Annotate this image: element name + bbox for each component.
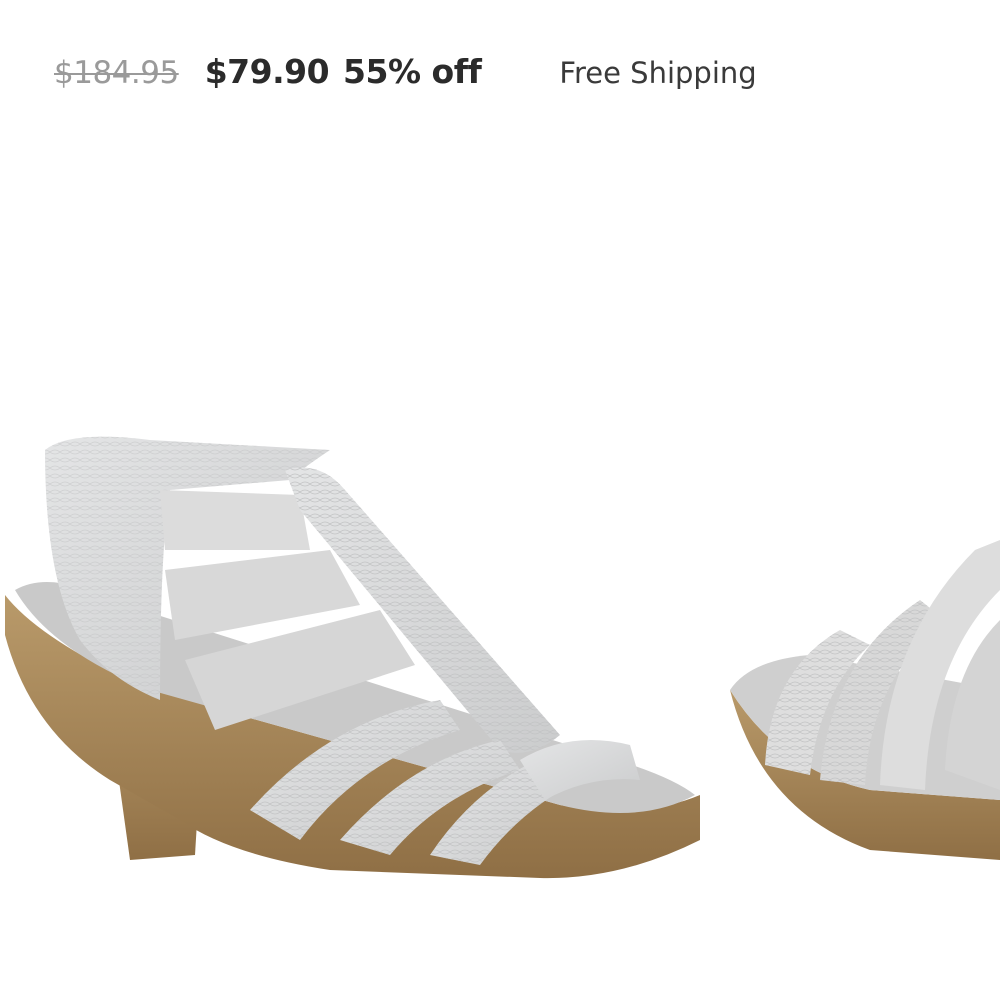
product-image-main[interactable] xyxy=(0,400,720,1000)
sale-price: $79.90 xyxy=(204,52,330,91)
product-image-secondary[interactable] xyxy=(720,520,1000,1000)
product-image-gallery[interactable] xyxy=(0,400,1000,1000)
price-row: $184.95 $79.90 55% off Free Shipping xyxy=(54,52,757,91)
shipping-info: Free Shipping xyxy=(559,56,757,90)
original-price: $184.95 xyxy=(54,55,179,91)
discount-badge: 55% off xyxy=(343,52,482,91)
